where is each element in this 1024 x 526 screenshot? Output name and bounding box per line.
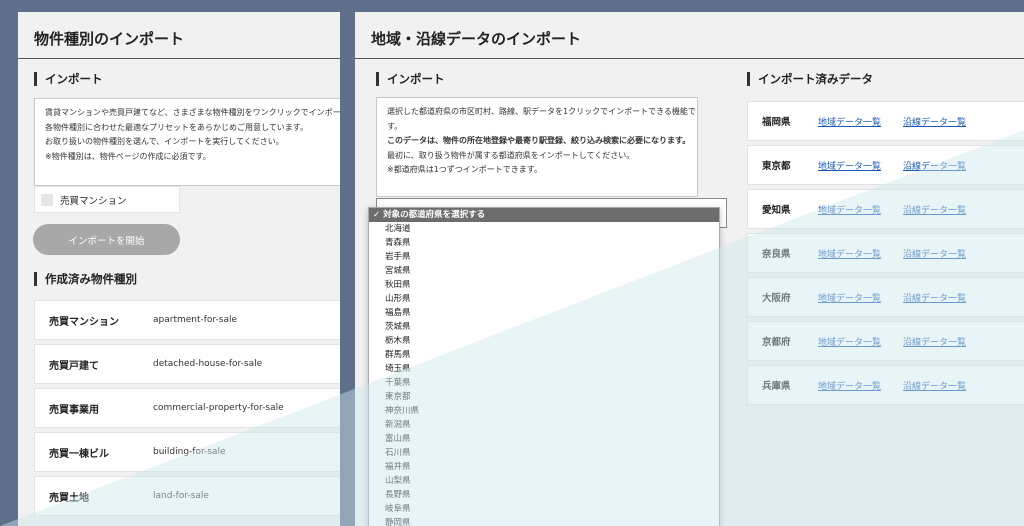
import-notice: 賃貸マンションや売買戸建てなど、さまざまな物件種別をワンクリックでインポー 各物… (34, 98, 340, 186)
dropdown-option[interactable]: 東京都 (369, 390, 719, 404)
dropdown-option[interactable]: 福島県 (369, 306, 719, 320)
prefecture-name: 兵庫県 (762, 381, 791, 392)
dropdown-option[interactable]: 長野県 (369, 488, 719, 502)
type-name: 売買一棟ビル (49, 448, 109, 460)
notice-line: お取り扱いの物件種別を選んで、インポートを実行してください。 (45, 137, 284, 146)
list-item: 売買戸建て detached-house-for-sale (34, 344, 340, 384)
area-data-link[interactable]: 地域データ一覧 (818, 335, 881, 348)
list-item: 売買一棟ビル building-for-sale (34, 432, 340, 472)
list-item: 売買土地 land-for-sale (34, 476, 340, 516)
type-name: 売買事業用 (49, 404, 99, 416)
import-section-heading: インポート (376, 72, 445, 86)
type-slug: building-for-sale (153, 447, 226, 457)
line-data-link[interactable]: 沿線データ一覧 (903, 159, 966, 172)
prefecture-dropdown-list[interactable]: ✓ 対象の都道府県を選択する 北海道 青森県 岩手県 宮城県 秋田県 山形県 福… (368, 207, 720, 526)
dropdown-option[interactable]: 新潟県 (369, 418, 719, 432)
type-name: 売買土地 (49, 492, 89, 504)
notice-line: ※物件種別は、物件ページの作成に必須です。 (45, 151, 211, 161)
list-item: 売買事業用 commercial-property-for-sale (34, 388, 340, 428)
prefecture-name: 福岡県 (762, 117, 791, 128)
notice-line: 選択した都道府県の市区町村、路線、駅データを1クリックでインポートできる機能で (387, 107, 696, 116)
page-title: 地域・沿線データのインポート (355, 12, 1024, 59)
notice-line: このデータは、物件の所在地登録や最寄り駅登録、絞り込み検索に必要になります。 (387, 136, 691, 145)
line-data-link[interactable]: 沿線データ一覧 (903, 291, 966, 304)
area-data-link[interactable]: 地域データ一覧 (818, 159, 881, 172)
prefecture-name: 京都府 (762, 337, 791, 348)
import-notice: 選択した都道府県の市区町村、路線、駅データを1クリックでインポートできる機能で … (376, 97, 698, 197)
line-data-link[interactable]: 沿線データ一覧 (903, 203, 966, 216)
dropdown-option[interactable]: 千葉県 (369, 376, 719, 390)
table-row: 兵庫県 地域データ一覧 沿線データ一覧 (747, 365, 1024, 405)
table-row: 愛知県 地域データ一覧 沿線データ一覧 (747, 189, 1024, 229)
dropdown-option[interactable]: 栃木県 (369, 334, 719, 348)
type-slug: detached-house-for-sale (153, 359, 263, 369)
prefecture-name: 大阪府 (762, 293, 791, 304)
dropdown-option[interactable]: 富山県 (369, 432, 719, 446)
notice-line: 賃貸マンションや売買戸建てなど、さまざまな物件種別をワンクリックでインポー (45, 108, 340, 117)
dropdown-option-selected[interactable]: ✓ 対象の都道府県を選択する (369, 208, 719, 222)
notice-line: ※都道府県は1つずつインポートできます。 (387, 165, 542, 174)
notice-line: 最初に、取り扱う物件が属する都道府県をインポートしてください。 (387, 150, 635, 160)
created-types-list: 売買マンション apartment-for-sale 売買戸建て detached-… (34, 300, 340, 520)
dropdown-option[interactable]: 神奈川県 (369, 404, 719, 418)
line-data-link[interactable]: 沿線データ一覧 (903, 379, 966, 392)
page-title: 物件種別のインポート (18, 12, 340, 59)
dropdown-option[interactable]: 宮城県 (369, 264, 719, 278)
dropdown-option[interactable]: 山形県 (369, 292, 719, 306)
table-row: 奈良県 地域データ一覧 沿線データ一覧 (747, 233, 1024, 273)
line-data-link[interactable]: 沿線データ一覧 (903, 247, 966, 260)
dropdown-option[interactable]: 群馬県 (369, 348, 719, 362)
type-slug: land-for-sale (153, 491, 209, 501)
list-item: 売買マンション apartment-for-sale (34, 300, 340, 340)
type-name: 売買マンション (49, 316, 119, 328)
dropdown-option[interactable]: 静岡県 (369, 516, 719, 526)
prefecture-name: 東京都 (762, 161, 791, 172)
line-data-link[interactable]: 沿線データ一覧 (903, 335, 966, 348)
checkbox-box[interactable] (41, 193, 53, 206)
type-slug: apartment-for-sale (153, 315, 238, 325)
notice-line: す。 (387, 121, 403, 131)
import-section-heading: インポート (34, 72, 103, 86)
dropdown-option[interactable]: 秋田県 (369, 278, 719, 292)
table-row: 福岡県 地域データ一覧 沿線データ一覧 (747, 101, 1024, 141)
table-row: 大阪府 地域データ一覧 沿線データ一覧 (747, 277, 1024, 317)
start-import-button[interactable]: インポートを開始 (33, 224, 180, 255)
type-slug: commercial-property-for-sale (153, 403, 284, 413)
area-data-link[interactable]: 地域データ一覧 (818, 203, 881, 216)
area-data-link[interactable]: 地域データ一覧 (818, 115, 881, 128)
dropdown-option[interactable]: 北海道 (369, 222, 719, 236)
table-row: 京都府 地域データ一覧 沿線データ一覧 (747, 321, 1024, 361)
dropdown-option[interactable]: 茨城県 (369, 320, 719, 334)
area-data-link[interactable]: 地域データ一覧 (818, 291, 881, 304)
prefecture-name: 愛知県 (762, 205, 791, 216)
dropdown-option[interactable]: 埼玉県 (369, 362, 719, 376)
dropdown-option[interactable]: 青森県 (369, 236, 719, 250)
area-data-link[interactable]: 地域データ一覧 (818, 379, 881, 392)
created-types-heading: 作成済み物件種別 (34, 272, 137, 286)
prefecture-name: 奈良県 (762, 249, 791, 260)
dropdown-option[interactable]: 岐阜県 (369, 502, 719, 516)
dropdown-option[interactable]: 福井県 (369, 460, 719, 474)
table-row: 東京都 地域データ一覧 沿線データ一覧 (747, 145, 1024, 185)
area-data-link[interactable]: 地域データ一覧 (818, 247, 881, 260)
dropdown-option[interactable]: 岩手県 (369, 250, 719, 264)
dropdown-option[interactable]: 石川県 (369, 446, 719, 460)
type-name: 売買戸建て (49, 360, 99, 372)
line-data-link[interactable]: 沿線データ一覧 (903, 115, 966, 128)
notice-line: 各物件種別に合わせた最適なプリセットをあらかじめご用意しています。 (45, 122, 308, 132)
checkbox-label: 売買マンション (60, 195, 127, 207)
property-type-import-panel: 物件種別のインポート インポート 賃貸マンションや売買戸建てなど、さまざまな物件… (18, 12, 340, 526)
property-type-checkbox[interactable]: 売買マンション (34, 186, 180, 213)
dropdown-option[interactable]: 山梨県 (369, 474, 719, 488)
imported-data-heading: インポート済みデータ (747, 72, 873, 86)
imported-data-list: 福岡県 地域データ一覧 沿線データ一覧 東京都 地域データ一覧 沿線データ一覧 愛知県地… (747, 101, 1024, 409)
